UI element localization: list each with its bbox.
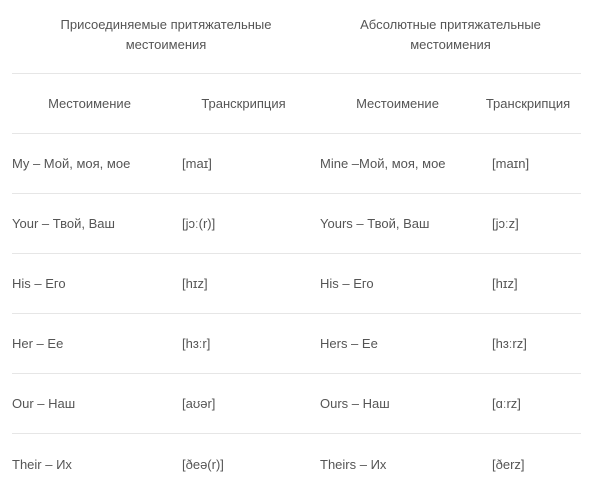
column-header-pronoun-2: Местоимение xyxy=(320,74,475,134)
group-header-row: Присоединяемые притяжательные местоимени… xyxy=(12,0,581,74)
pronoun-absolute: Theirs – Их xyxy=(320,434,475,494)
transcription-dependent: [ðeə(r)] xyxy=(167,434,320,494)
table-row: Your – Твой, Ваш [jɔː(r)] Yours – Твой, … xyxy=(12,194,581,254)
pronoun-dependent: Their – Их xyxy=(12,434,167,494)
pronoun-absolute: Ours – Наш xyxy=(320,374,475,434)
pronoun-absolute: Yours – Твой, Ваш xyxy=(320,194,475,254)
table-row: Their – Их [ðeə(r)] Theirs – Их [ðerz] xyxy=(12,434,581,494)
transcription-dependent: [aʊər] xyxy=(167,374,320,434)
table-row: His – Его [hɪz] His – Его [hɪz] xyxy=(12,254,581,314)
transcription-dependent: [hɪz] xyxy=(167,254,320,314)
possessive-pronouns-table: Присоединяемые притяжательные местоимени… xyxy=(12,0,581,494)
pronoun-dependent: Your – Твой, Ваш xyxy=(12,194,167,254)
pronoun-dependent: Her – Ее xyxy=(12,314,167,374)
transcription-absolute: [ðerz] xyxy=(475,434,581,494)
column-header-row: Местоимение Транскрипция Местоимение Тра… xyxy=(12,74,581,134)
transcription-dependent: [jɔː(r)] xyxy=(167,194,320,254)
group-header-dependent-label: Присоединяемые притяжательные местоимени… xyxy=(12,15,320,55)
transcription-absolute: [hɪz] xyxy=(475,254,581,314)
transcription-absolute: [ɑːrz] xyxy=(475,374,581,434)
pronoun-dependent: His – Его xyxy=(12,254,167,314)
pronoun-dependent: My – Мой, моя, мое xyxy=(12,134,167,194)
pronoun-table-container: Присоединяемые притяжательные местоимени… xyxy=(12,0,581,494)
table-row: My – Мой, моя, мое [maɪ] Mine –Мой, моя,… xyxy=(12,134,581,194)
column-header-transcription-2: Транскрипция xyxy=(475,74,581,134)
pronoun-dependent: Our – Наш xyxy=(12,374,167,434)
table-row: Her – Ее [hɜːr] Hers – Ее [hɜːrz] xyxy=(12,314,581,374)
transcription-absolute: [hɜːrz] xyxy=(475,314,581,374)
transcription-absolute: [jɔːz] xyxy=(475,194,581,254)
group-header-absolute-label: Абсолютные притяжательные местоимения xyxy=(320,15,581,55)
transcription-dependent: [maɪ] xyxy=(167,134,320,194)
group-header-absolute: Абсолютные притяжательные местоимения xyxy=(320,0,581,74)
pronoun-absolute: Hers – Ее xyxy=(320,314,475,374)
group-header-dependent: Присоединяемые притяжательные местоимени… xyxy=(12,0,320,74)
transcription-absolute: [maɪn] xyxy=(475,134,581,194)
column-header-pronoun-1: Местоимение xyxy=(12,74,167,134)
pronoun-absolute: His – Его xyxy=(320,254,475,314)
pronoun-absolute: Mine –Мой, моя, мое xyxy=(320,134,475,194)
table-row: Our – Наш [aʊər] Ours – Наш [ɑːrz] xyxy=(12,374,581,434)
column-header-transcription-1: Транскрипция xyxy=(167,74,320,134)
transcription-dependent: [hɜːr] xyxy=(167,314,320,374)
